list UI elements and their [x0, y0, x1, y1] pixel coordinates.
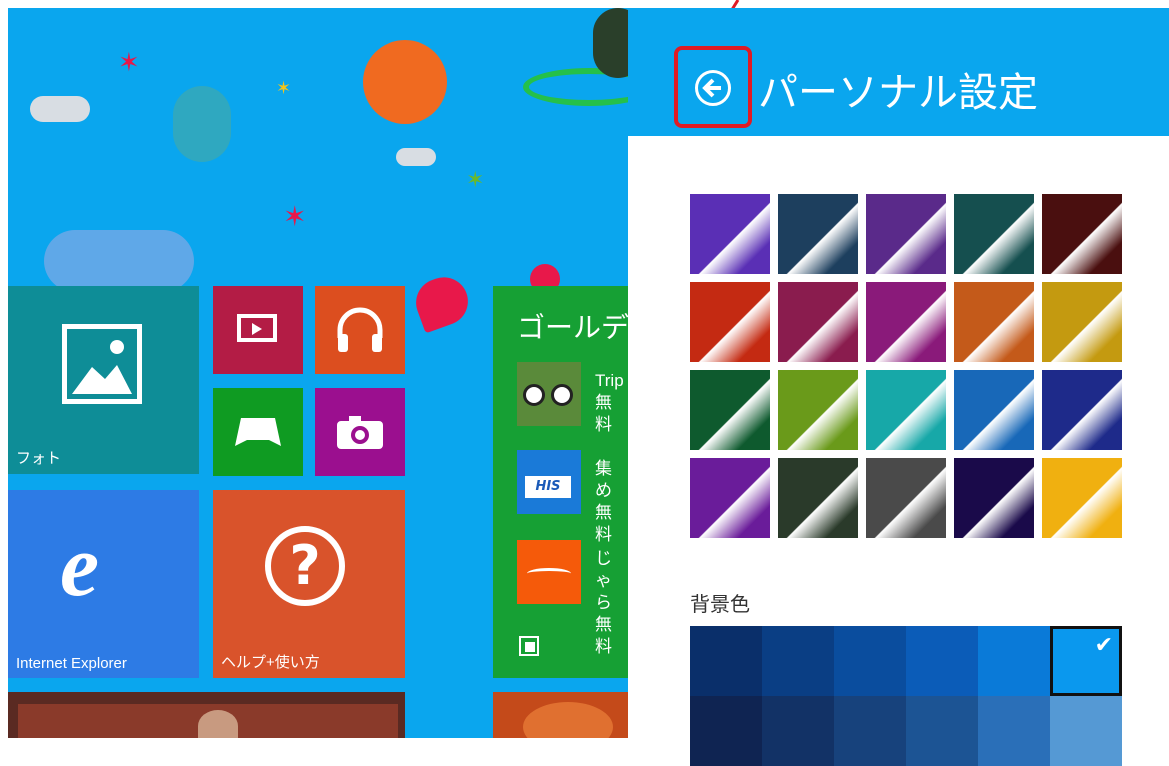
cloud-decoration	[396, 148, 436, 166]
star-decoration: ✶	[466, 168, 485, 193]
background-color-option[interactable]	[762, 696, 834, 766]
video-icon	[237, 314, 277, 342]
store-bag-icon	[519, 636, 539, 656]
background-pattern-swatch[interactable]	[778, 282, 858, 362]
video-tile[interactable]	[213, 286, 303, 374]
game-controller-icon	[235, 418, 281, 446]
background-color-label: 背景色	[690, 592, 750, 616]
background-color-option[interactable]	[690, 696, 762, 766]
background-pattern-swatch[interactable]	[778, 370, 858, 450]
games-tile[interactable]	[213, 388, 303, 476]
camera-icon	[337, 416, 383, 449]
jalan-app-icon	[517, 540, 581, 604]
internet-explorer-tile-label: Internet Explorer	[16, 655, 127, 672]
photo-icon	[62, 324, 142, 404]
background-pattern-swatch[interactable]	[954, 282, 1034, 362]
background-pattern-swatch[interactable]	[1042, 458, 1122, 538]
background-pattern-swatch[interactable]	[866, 370, 946, 450]
background-pattern-swatch[interactable]	[690, 282, 770, 362]
help-tile-label: ヘルプ+使い方	[221, 654, 320, 671]
sports-news-tile[interactable]	[8, 692, 405, 738]
background-color-option[interactable]: ✔	[1050, 626, 1122, 696]
star-decoration: ✶	[283, 200, 307, 233]
music-tile[interactable]	[315, 286, 405, 374]
internet-explorer-icon: e	[60, 518, 100, 615]
background-pattern-swatch[interactable]	[866, 458, 946, 538]
checkmark-icon: ✔	[1094, 633, 1113, 658]
background-pattern-swatch[interactable]	[778, 194, 858, 274]
cloud-decoration	[44, 230, 194, 292]
food-news-tile[interactable]	[493, 692, 628, 738]
background-pattern-swatch[interactable]	[866, 194, 946, 274]
background-pattern-swatch[interactable]	[954, 194, 1034, 274]
background-pattern-swatch[interactable]	[690, 458, 770, 538]
background-pattern-swatch[interactable]	[1042, 370, 1122, 450]
background-pattern-swatch[interactable]	[1042, 194, 1122, 274]
store-item-name: 集め	[595, 459, 612, 500]
headphones-icon	[337, 307, 383, 352]
panel-title: パーソナル設定	[758, 70, 1038, 116]
personalize-panel: パーソナル設定 背景色 ✔	[628, 8, 1169, 766]
question-mark-icon: ?	[265, 526, 345, 606]
screenshot-frame	[0, 0, 1169, 8]
background-pattern-swatch[interactable]	[954, 458, 1034, 538]
store-item-price: 無料	[595, 393, 612, 434]
background-color-option[interactable]	[762, 626, 834, 696]
back-button[interactable]	[674, 46, 752, 128]
store-item-price: 無料	[595, 615, 612, 656]
store-item-name: Trip	[595, 371, 624, 390]
photos-tile[interactable]: フォト	[8, 286, 199, 474]
background-color-option[interactable]	[978, 626, 1050, 696]
store-tile-title: ゴールデ	[517, 311, 628, 344]
creature-character	[173, 86, 231, 162]
start-screen: ✶ ✶ ✶ ✶ フォト e Internet Explorer ? ヘルプ+使い…	[8, 8, 628, 738]
background-pattern-swatch[interactable]	[690, 194, 770, 274]
rocket-decoration	[409, 270, 475, 334]
store-item-name: じゃら	[595, 549, 612, 612]
background-pattern-swatch[interactable]	[690, 370, 770, 450]
background-pattern-swatch[interactable]	[1042, 282, 1122, 362]
panel-header: パーソナル設定	[628, 8, 1169, 136]
background-color-option[interactable]	[906, 696, 978, 766]
background-color-option[interactable]	[834, 626, 906, 696]
background-color-option[interactable]	[978, 696, 1050, 766]
cloud-decoration	[30, 96, 90, 122]
photos-tile-label: フォト	[16, 450, 62, 467]
his-app-icon: HIS	[517, 450, 581, 514]
balloon-character	[363, 40, 447, 124]
screenshot-frame	[0, 0, 8, 738]
background-color-option[interactable]	[834, 696, 906, 766]
background-color-option[interactable]	[690, 626, 762, 696]
back-arrow-icon	[695, 70, 731, 106]
background-pattern-swatch[interactable]	[778, 458, 858, 538]
background-pattern-swatch[interactable]	[866, 282, 946, 362]
help-tile[interactable]: ? ヘルプ+使い方	[213, 490, 405, 678]
planet-decoration	[593, 8, 628, 78]
store-tile[interactable]: ゴールデ Trip 無料 HIS 集め 無料 じゃら 無料	[493, 286, 628, 678]
internet-explorer-tile[interactable]: e Internet Explorer	[8, 490, 199, 678]
tripadvisor-icon	[517, 362, 581, 426]
camera-tile[interactable]	[315, 388, 405, 476]
background-color-option[interactable]	[906, 626, 978, 696]
star-decoration: ✶	[118, 48, 140, 78]
background-pattern-swatch[interactable]	[954, 370, 1034, 450]
background-color-option[interactable]	[1050, 696, 1122, 766]
star-decoration: ✶	[276, 78, 292, 99]
store-item-price: 無料	[595, 503, 612, 544]
